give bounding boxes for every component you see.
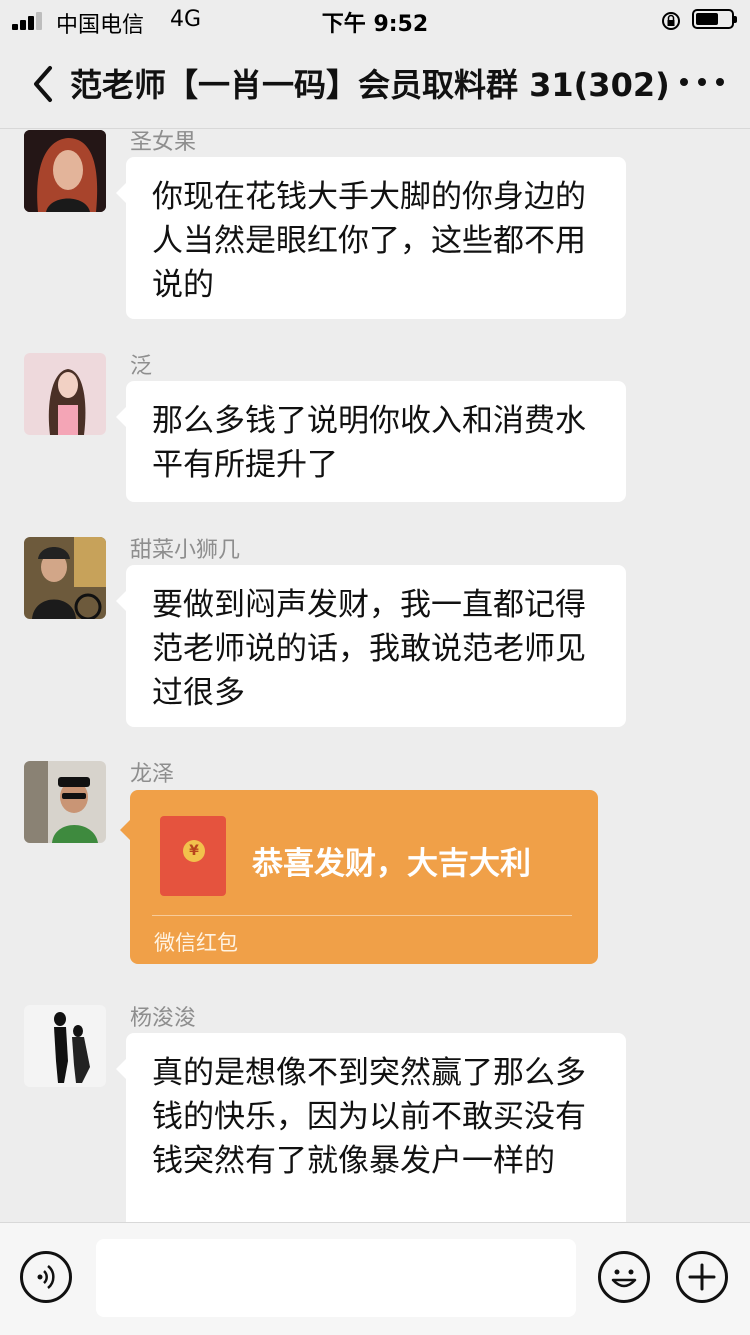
- red-packet-message[interactable]: ¥ 恭喜发财，大吉大利 微信红包: [120, 790, 598, 964]
- status-bar: 中国电信 4G 下午 9:52: [0, 0, 750, 40]
- chat-input-bar: [0, 1222, 750, 1335]
- avatar[interactable]: [24, 537, 106, 619]
- message-input[interactable]: [96, 1239, 576, 1317]
- sender-name: 圣女果: [130, 130, 197, 155]
- avatar[interactable]: [24, 1005, 106, 1087]
- battery-icon: [692, 9, 737, 29]
- chat-header: 范老师【一肖一码】会员取料群 31(302): [0, 40, 750, 129]
- message-bubble[interactable]: 真的是想像不到突然赢了那么多钱的快乐，因为以前不敢买没有钱突然有了就像暴发户一样…: [116, 1033, 626, 1233]
- chat-title: 范老师【一肖一码】会员取料群 31(302): [70, 66, 670, 104]
- plus-icon[interactable]: [676, 1251, 728, 1303]
- message-bubble[interactable]: 那么多钱了说明你收入和消费水平有所提升了: [116, 381, 626, 502]
- clock: 下午 9:52: [321, 12, 429, 37]
- sender-name: 杨浚浚: [130, 1006, 197, 1031]
- sender-name: 龙泽: [130, 762, 175, 787]
- chevron-left-icon[interactable]: [28, 62, 58, 106]
- coin-icon: ¥: [183, 840, 205, 862]
- message-bubble[interactable]: 要做到闷声发财，我一直都记得范老师说的话，我敢说范老师见过很多: [116, 565, 626, 727]
- divider: [152, 915, 572, 916]
- sender-name: 甜菜小狮几: [130, 538, 241, 563]
- red-envelope-icon: ¥: [160, 816, 226, 896]
- voice-icon[interactable]: [20, 1251, 72, 1303]
- emoji-icon[interactable]: [598, 1251, 650, 1303]
- avatar[interactable]: [24, 353, 106, 435]
- avatar[interactable]: [24, 130, 106, 212]
- sender-name: 泛: [130, 354, 153, 379]
- rotation-lock-icon: [662, 12, 680, 30]
- avatar[interactable]: [24, 761, 106, 843]
- red-packet-title: 恭喜发财，大吉大利: [252, 846, 531, 882]
- message-bubble[interactable]: 你现在花钱大手大脚的你身边的人当然是眼红你了，这些都不用说的: [116, 157, 626, 319]
- more-options-icon[interactable]: [680, 76, 730, 92]
- red-packet-label: 微信红包: [154, 931, 238, 955]
